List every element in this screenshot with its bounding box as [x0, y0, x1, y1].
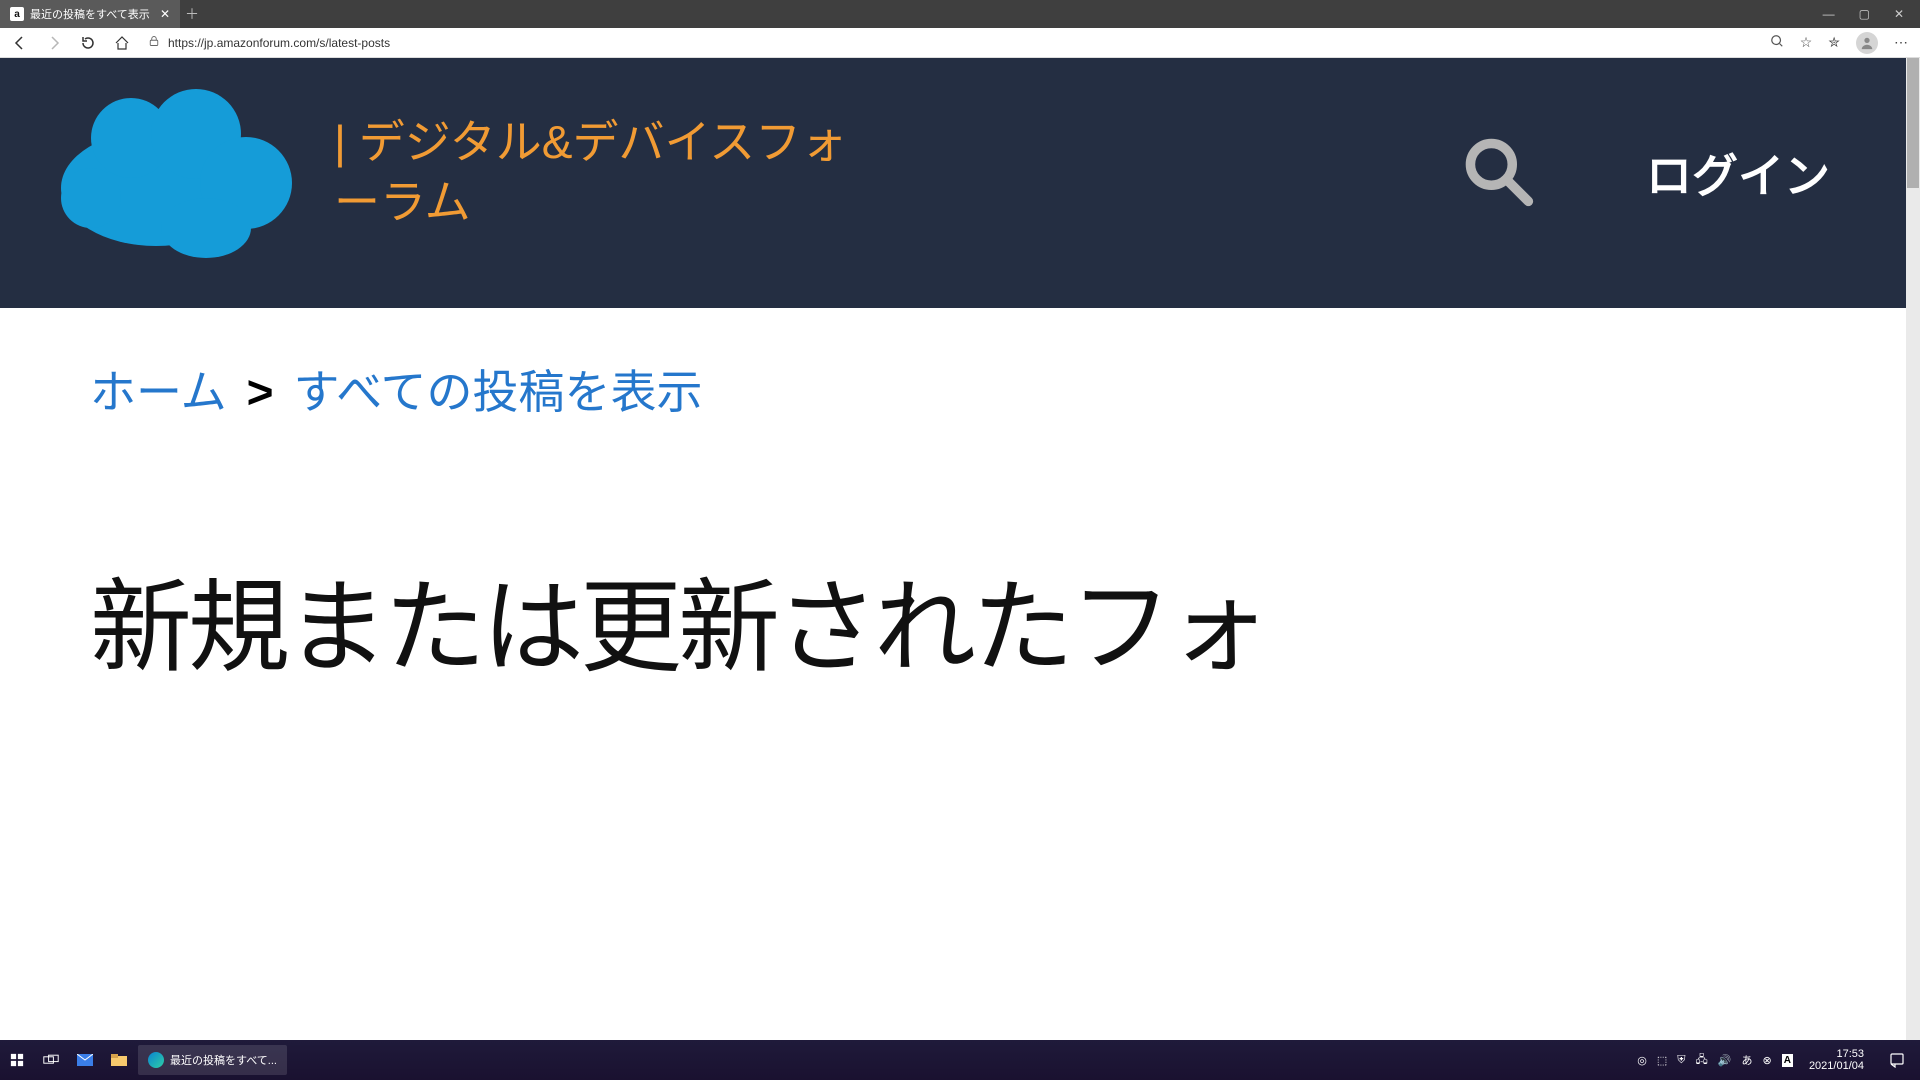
maximize-icon[interactable]: ▢	[1859, 7, 1870, 21]
tray-volume-icon[interactable]: 🔊	[1718, 1054, 1732, 1067]
browser-tab[interactable]: a 最近の投稿をすべて表示 ✕	[0, 0, 180, 28]
clock[interactable]: 17:53 2021/01/04	[1803, 1048, 1870, 1072]
site-header: | デジタル&デバイスフォーラム ログイン	[0, 58, 1906, 308]
clock-date: 2021/01/04	[1809, 1060, 1864, 1072]
breadcrumb-home[interactable]: ホーム	[90, 356, 227, 422]
site-title[interactable]: | デジタル&デバイスフォーラム	[334, 113, 854, 233]
start-icon[interactable]	[0, 1040, 34, 1080]
breadcrumb: ホーム > すべての投稿を表示	[90, 356, 1816, 422]
close-tab-icon[interactable]: ✕	[160, 7, 170, 21]
notifications-icon[interactable]	[1880, 1040, 1914, 1080]
tray-close-icon[interactable]: ⊗	[1762, 1054, 1771, 1067]
refresh-icon[interactable]	[80, 35, 96, 51]
minimize-icon[interactable]: —	[1823, 7, 1835, 21]
login-button[interactable]: ログイン	[1646, 140, 1830, 206]
tray-usb-icon[interactable]: ⬚	[1657, 1054, 1667, 1067]
amazon-favicon: a	[10, 7, 24, 21]
window-titlebar: a 最近の投稿をすべて表示 ✕ ＋ — ▢ ✕	[0, 0, 1920, 28]
star-icon[interactable]: ☆	[1800, 34, 1813, 51]
explorer-icon[interactable]	[102, 1040, 136, 1080]
tray-app-icon[interactable]: ◎	[1637, 1054, 1647, 1067]
breadcrumb-current[interactable]: すべての投稿を表示	[294, 356, 703, 422]
mail-icon[interactable]	[68, 1040, 102, 1080]
search-icon[interactable]	[1460, 133, 1536, 214]
taskview-icon[interactable]	[34, 1040, 68, 1080]
logo-cloud-icon[interactable]	[36, 78, 306, 268]
url-text: https://jp.amazonforum.com/s/latest-post…	[168, 36, 390, 50]
breadcrumb-separator: >	[247, 365, 274, 419]
tray-shield-icon[interactable]: ⛨	[1677, 1054, 1685, 1067]
edge-icon	[148, 1052, 164, 1068]
home-icon[interactable]	[114, 35, 130, 51]
back-icon[interactable]	[12, 35, 28, 51]
browser-tabs: a 最近の投稿をすべて表示 ✕ ＋	[0, 0, 204, 28]
zoom-icon[interactable]	[1770, 34, 1784, 51]
address-bar: https://jp.amazonforum.com/s/latest-post…	[0, 28, 1920, 58]
profile-icon[interactable]	[1856, 32, 1878, 54]
lock-icon	[148, 35, 160, 50]
page-viewport: | デジタル&デバイスフォーラム ログイン ホーム > すべての投稿を表示 新規…	[0, 58, 1920, 1040]
system-tray: ◎ ⬚ ⛨ 🖧 🔊 あ ⊗ A 17:53 2021/01/04	[1637, 1040, 1920, 1080]
address-bar-actions: ☆ ✮ ⋯	[1770, 32, 1908, 54]
task-edge-button[interactable]: 最近の投稿をすべて...	[138, 1045, 287, 1075]
tab-title: 最近の投稿をすべて表示	[30, 6, 150, 22]
vertical-scrollbar[interactable]	[1906, 58, 1920, 1040]
tray-network-icon[interactable]: 🖧	[1696, 1051, 1708, 1070]
menu-icon[interactable]: ⋯	[1894, 34, 1908, 51]
forward-icon	[46, 35, 62, 51]
window-controls: — ▢ ✕	[1807, 7, 1920, 21]
close-window-icon[interactable]: ✕	[1894, 7, 1904, 21]
new-tab-button[interactable]: ＋	[180, 4, 204, 24]
tray-ime-icon[interactable]: あ	[1741, 1052, 1752, 1068]
main-content: ホーム > すべての投稿を表示 新規または更新されたフォ	[0, 308, 1906, 732]
task-app-label: 最近の投稿をすべて...	[170, 1052, 277, 1068]
tray-adobe-icon[interactable]: A	[1782, 1054, 1793, 1067]
clock-time: 17:53	[1836, 1048, 1864, 1060]
url-field[interactable]: https://jp.amazonforum.com/s/latest-post…	[148, 35, 1752, 50]
windows-taskbar: 最近の投稿をすべて... ◎ ⬚ ⛨ 🖧 🔊 あ ⊗ A 17:53 2021/…	[0, 1040, 1920, 1080]
favorites-icon[interactable]: ✮	[1828, 34, 1840, 51]
page-heading: 新規または更新されたフォ	[90, 572, 1816, 684]
